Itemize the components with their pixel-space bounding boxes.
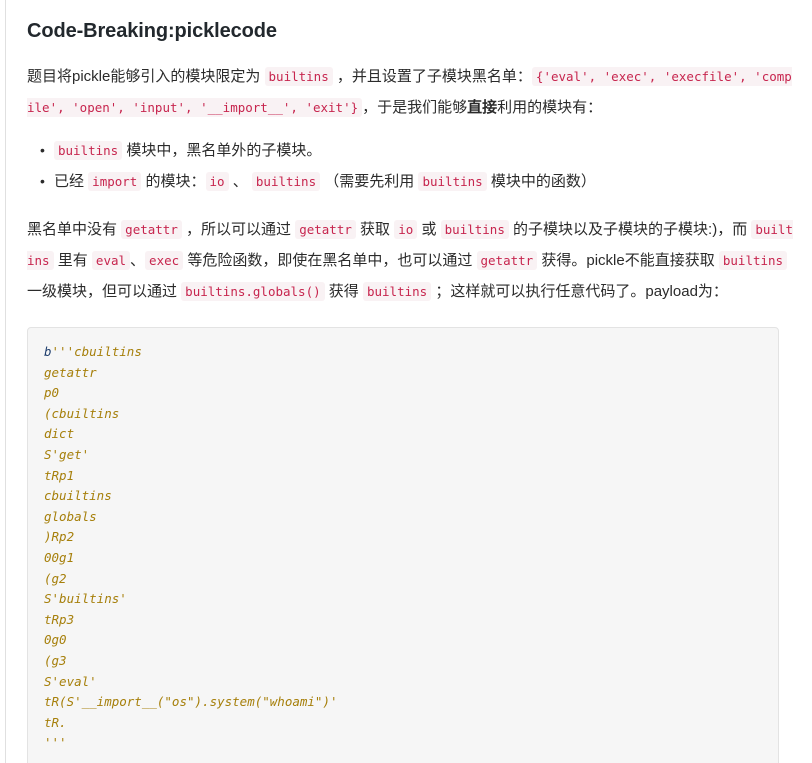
inline-code: builtins bbox=[362, 282, 432, 301]
inline-code: builtins.globals() bbox=[181, 282, 325, 301]
paragraph-explanation: 黑名单中没有 getattr ，所以可以通过 getattr 获取 io 或 b… bbox=[27, 220, 793, 301]
inline-code: eval bbox=[91, 251, 131, 270]
available-modules-list: builtins 模块中，黑名单外的子模块。 已经 import 的模块：io … bbox=[27, 135, 797, 197]
page-title: Code-Breaking:picklecode bbox=[27, 20, 277, 42]
inline-code: import bbox=[88, 172, 142, 191]
payload-code-block: b'''cbuiltins getattr p0 (cbuiltins dict… bbox=[27, 327, 779, 763]
document-page: Code-Breaking:picklecode 题目将pickle能够引入的模… bbox=[0, 0, 812, 763]
inline-code: getattr bbox=[295, 220, 356, 239]
inline-code: {'eval', 'exec', 'execfile', 'compile', … bbox=[27, 67, 792, 117]
article-content: Code-Breaking:picklecode 题目将pickle能够引入的模… bbox=[27, 0, 797, 763]
list-item: builtins 模块中，黑名单外的子模块。 bbox=[40, 135, 797, 166]
list-item: 已经 import 的模块：io 、 builtins （需要先利用 built… bbox=[40, 166, 797, 197]
inline-code: builtins bbox=[54, 141, 123, 160]
code-keyword: b bbox=[44, 344, 52, 359]
emphasis-text: 直接 bbox=[467, 99, 498, 116]
page-left-rule bbox=[5, 0, 6, 763]
inline-code: getattr bbox=[476, 251, 538, 270]
payload-code: b'''cbuiltins getattr p0 (cbuiltins dict… bbox=[44, 344, 338, 751]
paragraph-intro: 题目将pickle能够引入的模块限定为 builtins ，并且设置了子模块黑名… bbox=[27, 67, 792, 117]
inline-code: builtins bbox=[264, 67, 333, 86]
inline-code: builtins bbox=[418, 172, 487, 191]
inline-code: builtins bbox=[251, 172, 321, 191]
inline-code: io bbox=[205, 172, 229, 191]
inline-code: exec bbox=[145, 251, 184, 270]
inline-code: builtins bbox=[718, 251, 788, 270]
inline-code: builtins bbox=[440, 220, 509, 239]
inline-code: io bbox=[394, 220, 418, 239]
inline-code: getattr bbox=[121, 220, 182, 239]
